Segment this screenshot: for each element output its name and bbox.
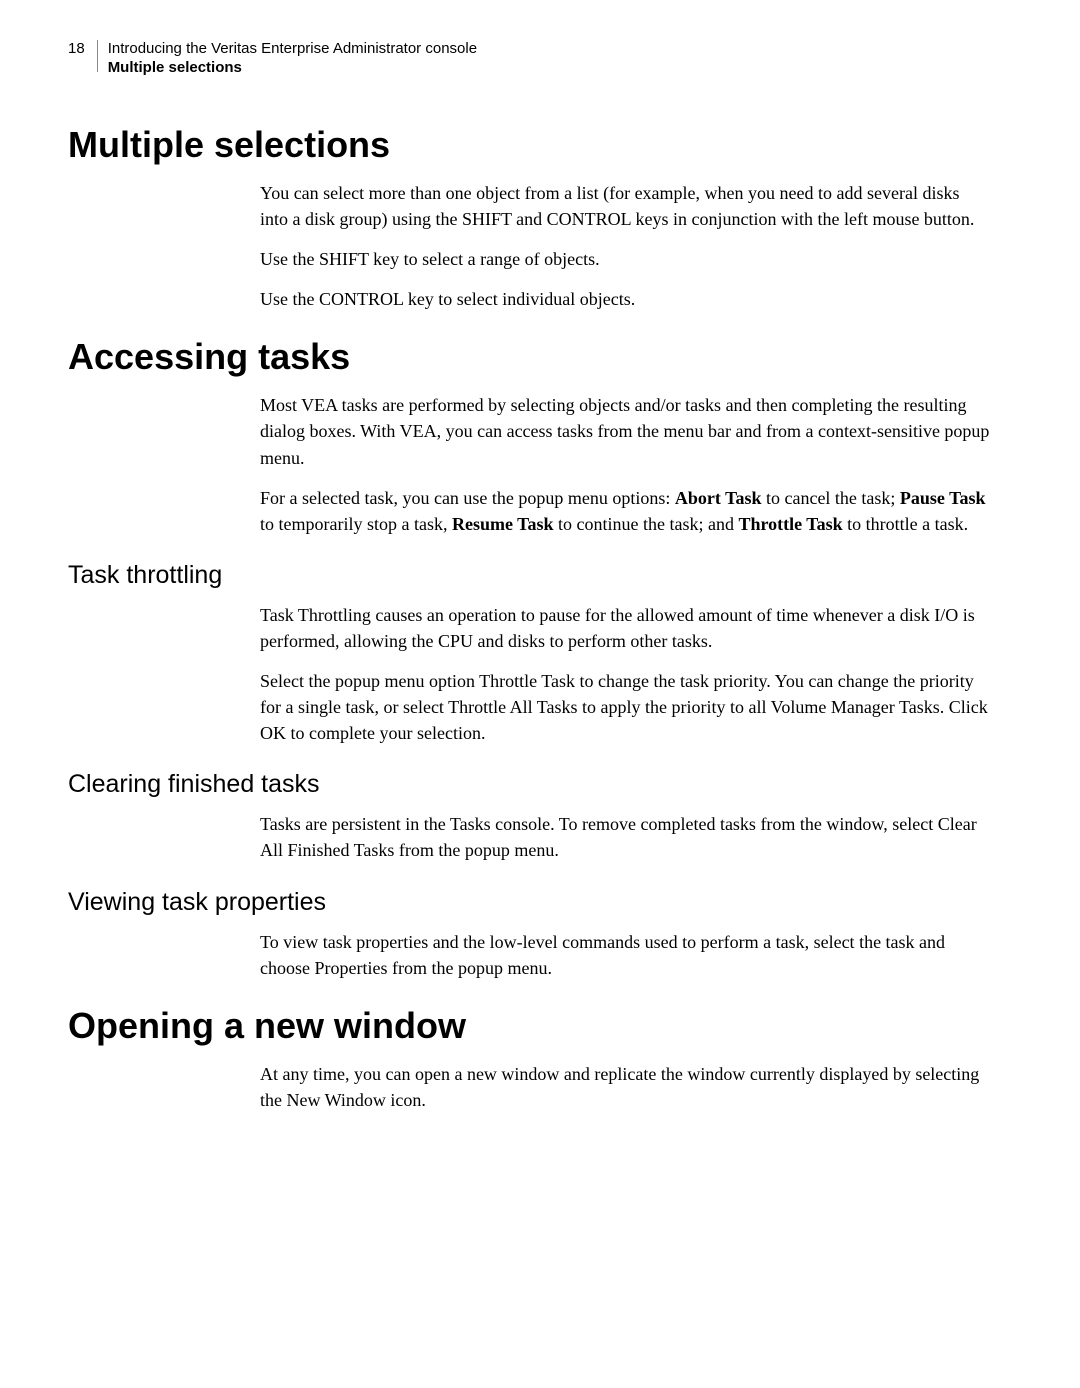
paragraph: Tasks are persistent in the Tasks consol… bbox=[260, 811, 990, 863]
header-chapter: Introducing the Veritas Enterprise Admin… bbox=[108, 40, 477, 57]
page-header: 18 Introducing the Veritas Enterprise Ad… bbox=[68, 40, 1000, 76]
paragraph: You can select more than one object from… bbox=[260, 180, 990, 232]
paragraph: Task Throttling causes an operation to p… bbox=[260, 602, 990, 654]
bold-text: Abort Task bbox=[675, 488, 762, 508]
text-span: to continue the task; and bbox=[554, 514, 739, 534]
paragraph: To view task properties and the low-leve… bbox=[260, 929, 990, 981]
paragraph: Most VEA tasks are performed by selectin… bbox=[260, 392, 990, 470]
text-span: For a selected task, you can use the pop… bbox=[260, 488, 675, 508]
text-span: to temporarily stop a task, bbox=[260, 514, 452, 534]
page-number: 18 bbox=[68, 40, 85, 57]
paragraph: Select the popup menu option Throttle Ta… bbox=[260, 668, 990, 746]
paragraph: At any time, you can open a new window a… bbox=[260, 1061, 990, 1113]
paragraph: For a selected task, you can use the pop… bbox=[260, 485, 990, 537]
heading-opening-new-window: Opening a new window bbox=[68, 1005, 1000, 1047]
header-section: Multiple selections bbox=[108, 59, 477, 76]
header-text: Introducing the Veritas Enterprise Admin… bbox=[108, 40, 477, 76]
heading-task-throttling: Task throttling bbox=[68, 561, 1000, 590]
bold-text: Throttle Task bbox=[738, 514, 842, 534]
text-span: to cancel the task; bbox=[761, 488, 899, 508]
heading-accessing-tasks: Accessing tasks bbox=[68, 336, 1000, 378]
heading-multiple-selections: Multiple selections bbox=[68, 124, 1000, 166]
bold-text: Pause Task bbox=[900, 488, 986, 508]
heading-viewing-task-properties: Viewing task properties bbox=[68, 888, 1000, 917]
bold-text: Resume Task bbox=[452, 514, 554, 534]
paragraph: Use the CONTROL key to select individual… bbox=[260, 286, 990, 312]
paragraph: Use the SHIFT key to select a range of o… bbox=[260, 246, 990, 272]
text-span: to throttle a task. bbox=[843, 514, 968, 534]
heading-clearing-finished-tasks: Clearing finished tasks bbox=[68, 770, 1000, 799]
header-divider bbox=[97, 40, 98, 72]
